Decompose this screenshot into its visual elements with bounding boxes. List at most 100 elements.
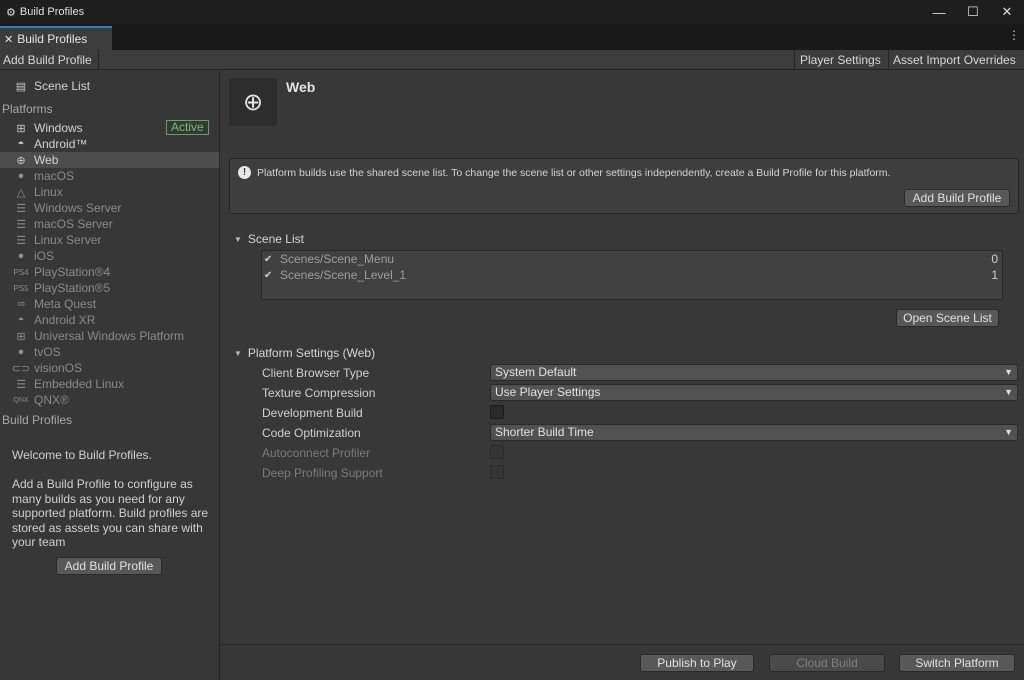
open-scene-list-button[interactable]: Open Scene List — [896, 309, 999, 327]
sidebar-item-tvos[interactable]: ● tvOS — [0, 344, 219, 360]
chevron-down-icon: ▼ — [1004, 387, 1013, 397]
toolbar-divider — [98, 50, 99, 70]
sidebar-item-android[interactable]: ◓ Android™ — [0, 136, 219, 152]
scene-row[interactable]: ✔ Scenes/Scene_Menu 0 — [262, 251, 1002, 267]
scene-list-section-header[interactable]: ▼ Scene List — [234, 232, 304, 246]
sidebar-item-label: iOS — [34, 249, 55, 263]
sidebar-item-visionos[interactable]: ⊂⊃ visionOS — [0, 360, 219, 376]
collapse-triangle-icon: ▼ — [234, 348, 242, 358]
build-profiles-header: Build Profiles — [2, 413, 73, 427]
minimize-icon[interactable]: — — [922, 0, 956, 24]
info-icon: ! — [238, 166, 251, 179]
window-title: Build Profiles — [19, 6, 85, 18]
dropdown-value: System Default — [495, 365, 577, 379]
chevron-down-icon: ▼ — [1004, 427, 1013, 437]
sidebar-item-label: Linux — [34, 185, 63, 199]
sidebar-item-playstation4[interactable]: PS4 PlayStation®4 — [0, 264, 219, 280]
sidebar-item-label: Windows Server — [34, 201, 122, 215]
sidebar-item-label: tvOS — [34, 345, 61, 359]
autoconnect-profiler-checkbox[interactable] — [490, 445, 504, 459]
globe-icon: ⊕ — [16, 154, 26, 167]
sidebar-item-macos-server[interactable]: ☰ macOS Server — [0, 216, 219, 232]
apple-icon: ● — [17, 170, 25, 182]
info-message: Platform builds use the shared scene lis… — [257, 167, 891, 179]
scene-path: Scenes/Scene_Level_1 — [280, 268, 407, 282]
sidebar-item-label: Universal Windows Platform — [34, 329, 185, 343]
add-build-profile-toolbar-button[interactable]: Add Build Profile — [0, 50, 95, 70]
texture-compression-label: Texture Compression — [262, 386, 376, 400]
dropdown-value: Shorter Build Time — [495, 425, 594, 439]
publish-to-play-button[interactable]: Publish to Play — [640, 654, 754, 672]
checkmark-icon[interactable]: ✔ — [264, 270, 276, 281]
player-settings-button[interactable]: Player Settings — [797, 50, 884, 70]
meta-icon: ∞ — [17, 298, 25, 310]
sidebar-item-windows[interactable]: ⊞ Windows Active — [0, 120, 219, 136]
toolbar: Add Build Profile Player Settings Asset … — [0, 50, 1024, 70]
sidebar-item-label: PlayStation®5 — [34, 281, 111, 295]
scene-path: Scenes/Scene_Menu — [280, 252, 395, 266]
sidebar-item-qnx[interactable]: QNX QNX® — [0, 392, 219, 408]
sidebar-item-macos[interactable]: ● macOS — [0, 168, 219, 184]
windows-icon: ⊞ — [16, 330, 26, 343]
development-build-label: Development Build — [262, 406, 363, 420]
windows-icon: ⊞ — [16, 122, 26, 135]
platform-settings-section-header[interactable]: ▼ Platform Settings (Web) — [234, 346, 375, 360]
client-browser-type-dropdown[interactable]: System Default ▼ — [490, 364, 1018, 381]
close-icon[interactable]: ✕ — [990, 0, 1024, 24]
checkmark-icon[interactable]: ✔ — [264, 254, 276, 265]
sidebar-item-uwp[interactable]: ⊞ Universal Windows Platform — [0, 328, 219, 344]
sidebar-item-label: Android™ — [34, 137, 88, 151]
sidebar-item-linux[interactable]: △ Linux — [0, 184, 219, 200]
platform-title: Web — [286, 79, 316, 95]
sidebar-add-build-profile-button[interactable]: Add Build Profile — [56, 557, 162, 575]
sidebar-item-label: macOS Server — [34, 217, 113, 231]
deep-profiling-label: Deep Profiling Support — [262, 466, 383, 480]
code-optimization-dropdown[interactable]: Shorter Build Time ▼ — [490, 424, 1018, 441]
asset-import-overrides-button[interactable]: Asset Import Overrides — [890, 50, 1019, 70]
toolbar-divider — [888, 50, 889, 70]
server-icon: ☰ — [16, 234, 26, 247]
client-browser-type-label: Client Browser Type — [262, 366, 370, 380]
sidebar-item-ios[interactable]: ● iOS — [0, 248, 219, 264]
sidebar-item-label: Meta Quest — [34, 297, 97, 311]
welcome-body: Add a Build Profile to configure as many… — [12, 477, 209, 549]
sidebar-item-label: Web — [34, 153, 59, 167]
server-icon: ☰ — [16, 378, 26, 391]
scene-list-icon: ▤ — [15, 80, 27, 93]
sidebar-item-web[interactable]: ⊕ Web — [0, 152, 219, 168]
server-icon: ☰ — [16, 202, 26, 215]
texture-compression-dropdown[interactable]: Use Player Settings ▼ — [490, 384, 1018, 401]
build-tools-icon: ✕ — [4, 33, 14, 46]
collapse-triangle-icon: ▼ — [234, 234, 242, 244]
sidebar-item-label: Embedded Linux — [34, 377, 125, 391]
scene-row[interactable]: ✔ Scenes/Scene_Level_1 1 — [262, 267, 1002, 283]
linux-icon: △ — [16, 186, 26, 199]
maximize-icon[interactable]: ☐ — [956, 0, 990, 24]
tab-build-profiles[interactable]: ✕ Build Profiles — [0, 26, 112, 50]
deep-profiling-checkbox[interactable] — [490, 465, 504, 479]
more-options-icon[interactable]: ⋮ — [1008, 28, 1020, 42]
dropdown-value: Use Player Settings — [495, 385, 601, 399]
sidebar-item-playstation5[interactable]: PS5 PlayStation®5 — [0, 280, 219, 296]
sidebar-item-label: Windows — [34, 121, 83, 135]
development-build-checkbox[interactable] — [490, 405, 504, 419]
apple-icon: ● — [17, 346, 25, 358]
sidebar-item-embedded-linux[interactable]: ☰ Embedded Linux — [0, 376, 219, 392]
info-add-build-profile-button[interactable]: Add Build Profile — [904, 189, 1010, 207]
android-icon: ◓ — [17, 138, 25, 150]
switch-platform-button[interactable]: Switch Platform — [899, 654, 1015, 672]
autoconnect-profiler-label: Autoconnect Profiler — [262, 446, 371, 460]
ps5-icon: PS5 — [13, 283, 29, 293]
sidebar-item-linux-server[interactable]: ☰ Linux Server — [0, 232, 219, 248]
toolbar-divider — [794, 50, 795, 70]
scene-index: 0 — [991, 252, 998, 266]
sidebar-item-windows-server[interactable]: ☰ Windows Server — [0, 200, 219, 216]
cloud-build-button[interactable]: Cloud Build — [769, 654, 885, 672]
platform-globe-icon: ⊕ — [229, 78, 277, 126]
active-badge: Active — [166, 120, 209, 135]
sidebar-item-android-xr[interactable]: ◓ Android XR — [0, 312, 219, 328]
sidebar-item-label: QNX® — [34, 393, 69, 407]
window-titlebar: ⚙ Build Profiles — ☐ ✕ — [0, 0, 1024, 24]
sidebar-scene-list[interactable]: ▤ Scene List — [0, 78, 219, 94]
sidebar-item-meta-quest[interactable]: ∞ Meta Quest — [0, 296, 219, 312]
